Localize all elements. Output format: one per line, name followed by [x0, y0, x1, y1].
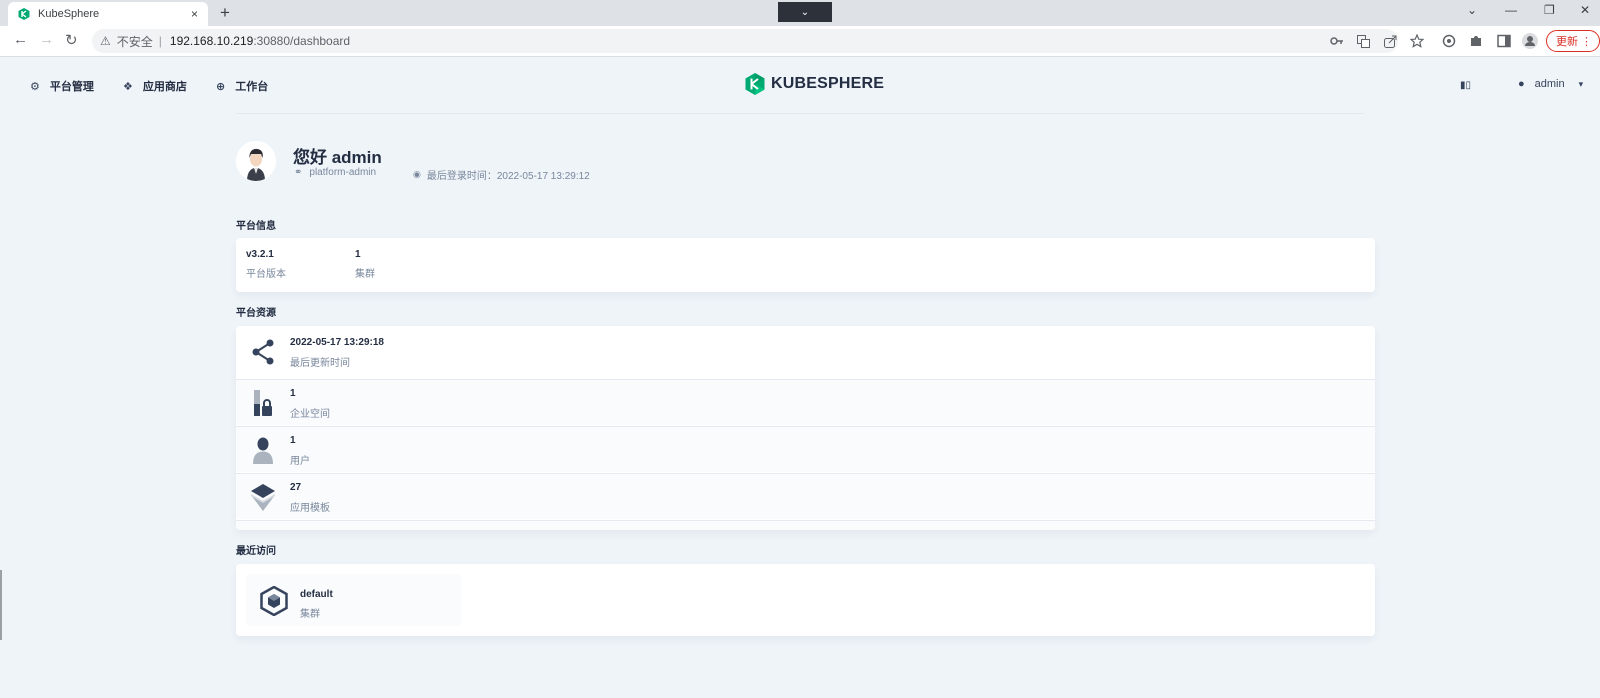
warning-icon[interactable]: ⚠: [100, 34, 111, 48]
workspace-icon: [254, 390, 272, 416]
info-label: 平台版本: [246, 269, 286, 280]
close-window-button[interactable]: ✕: [1580, 3, 1590, 17]
workbench-icon: ⊕: [216, 80, 226, 93]
chevron-down-icon: ▾: [1578, 78, 1584, 89]
resource-value: 2022-05-17 13:29:18: [290, 337, 384, 348]
last-login-info: ◉ 最后登录时间：2022-05-17 13:29:12: [413, 167, 590, 182]
resource-value: 1: [290, 388, 296, 399]
nav-app-store[interactable]: ❖ 应用商店: [123, 78, 187, 94]
kubesphere-logo[interactable]: KUBESPHERE: [745, 73, 884, 95]
app-template-icon: [251, 484, 275, 511]
browser-tabstrip: KubeSphere × + ⌄ ⌄ — ❐ ✕: [0, 0, 1600, 26]
logo-text: KUBESPHERE: [771, 75, 885, 92]
role-icon: ⚭: [294, 167, 303, 178]
resource-row-users[interactable]: 1 用户: [236, 426, 1375, 472]
avatar-icon: [236, 141, 276, 181]
new-tab-button[interactable]: +: [220, 3, 230, 23]
browser-toolbar: ← → ↻ ⚠ 不安全 | 192.168.10.219:30880/dashb…: [0, 26, 1600, 57]
back-button[interactable]: ←: [13, 31, 28, 48]
resource-row-partial: [236, 520, 1375, 530]
nav-platform-management[interactable]: ⚙ 平台管理: [30, 78, 94, 94]
resource-row-workspaces[interactable]: 1 企业空间: [236, 379, 1375, 425]
browser-tab[interactable]: KubeSphere ×: [8, 2, 208, 26]
recent-visits-card: default 集群: [236, 564, 1375, 636]
restore-button[interactable]: ❐: [1544, 3, 1555, 17]
cluster-count[interactable]: 1 集群: [355, 249, 375, 280]
minimize-button[interactable]: —: [1505, 3, 1517, 17]
recent-item-name: default: [300, 589, 333, 600]
tab-list-icon[interactable]: ⌄: [1467, 3, 1477, 17]
close-tab-icon[interactable]: ×: [191, 7, 198, 21]
url-path: :30880/dashboard: [253, 34, 351, 48]
gear-icon: ⚙: [30, 80, 40, 93]
resource-label: 应用模板: [290, 503, 330, 514]
recent-visits-title: 最近访问: [236, 546, 276, 557]
user-icon: ●: [1518, 78, 1525, 90]
star-icon[interactable]: [1410, 34, 1424, 48]
resource-row-last-update: 2022-05-17 13:29:18 最后更新时间: [236, 326, 1375, 378]
reload-button[interactable]: ↻: [65, 31, 78, 49]
role-label: platform-admin: [309, 167, 377, 178]
platform-info-card: v3.2.1 平台版本 1 集群: [236, 238, 1375, 292]
clock-icon: ◉: [413, 169, 421, 179]
address-separator: |: [158, 34, 162, 48]
info-value: 1: [355, 249, 361, 260]
resource-label: 用户: [290, 456, 310, 467]
info-value: v3.2.1: [246, 249, 274, 260]
resource-value: 27: [290, 482, 302, 493]
user-icon: [253, 437, 273, 464]
resource-row-app-templates[interactable]: 27 应用模板: [236, 473, 1375, 519]
app-store-icon: ❖: [123, 80, 133, 93]
platform-version: v3.2.1 平台版本: [246, 249, 286, 280]
cluster-icon: [260, 586, 288, 616]
kubesphere-logo-icon: [745, 73, 765, 95]
platform-resources-card: 2022-05-17 13:29:18 最后更新时间 1 企业空间 1 用户 2…: [236, 326, 1375, 530]
user-menu[interactable]: ● admin ▾: [1518, 78, 1583, 90]
tab-title: KubeSphere: [38, 8, 100, 20]
share-nodes-icon: [252, 339, 274, 365]
profile-icon[interactable]: [1522, 33, 1538, 49]
resource-value: 1: [290, 435, 296, 446]
puzzle-icon[interactable]: [1469, 34, 1483, 48]
url-host: 192.168.10.219: [169, 34, 254, 48]
platform-info-title: 平台信息: [236, 221, 276, 232]
resource-label: 最后更新时间: [290, 358, 350, 369]
address-bar[interactable]: ⚠ 不安全 | 192.168.10.219:30880/dashboard: [92, 29, 1398, 53]
nav-workbench[interactable]: ⊕ 工作台: [216, 78, 268, 94]
share-icon[interactable]: [1384, 35, 1397, 48]
translate-icon[interactable]: [1357, 35, 1370, 48]
info-label: 集群: [355, 269, 375, 280]
header-divider: [236, 113, 1364, 114]
recent-item-type: 集群: [300, 609, 320, 620]
forward-button[interactable]: →: [39, 31, 54, 48]
kubesphere-favicon-icon: [18, 8, 30, 20]
key-icon[interactable]: [1330, 36, 1344, 46]
insecure-label: 不安全: [116, 34, 153, 49]
extension-icon[interactable]: [1442, 34, 1456, 48]
sidepanel-icon[interactable]: [1497, 34, 1511, 48]
last-login-text: 最后登录时间：2022-05-17 13:29:12: [426, 171, 590, 182]
recent-item-default-cluster[interactable]: default 集群: [246, 574, 461, 626]
avatar: [236, 141, 276, 181]
nav-label: 平台管理: [49, 81, 94, 93]
role-info: ⚭ platform-admin: [294, 167, 376, 178]
nav-label: 应用商店: [142, 81, 187, 93]
platform-resources-title: 平台资源: [236, 308, 276, 319]
app-header: ⚙ 平台管理 ❖ 应用商店 ⊕ 工作台 KUBESPHERE ▮▯ ● admi…: [0, 58, 1600, 114]
window-edge: [0, 570, 2, 640]
greeting-title: 您好 admin: [293, 148, 382, 167]
update-button[interactable]: 更新 ⋮: [1546, 30, 1600, 52]
username: admin: [1534, 78, 1565, 90]
tab-search-button[interactable]: ⌄: [778, 2, 832, 22]
nav-label: 工作台: [235, 81, 269, 93]
book-icon[interactable]: ▮▯: [1460, 80, 1471, 91]
resource-label: 企业空间: [290, 409, 330, 420]
